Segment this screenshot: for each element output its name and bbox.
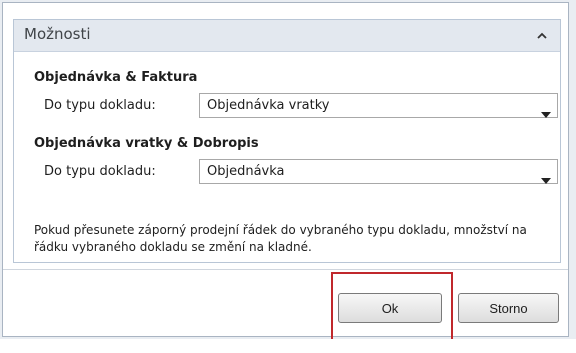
options-panel: Možnosti Objednávka & Faktura Do typu do… [13,19,561,263]
info-text: Pokud přesunete záporný prodejní řádek d… [34,223,527,254]
select-value: Objednávka [207,164,285,179]
options-dialog: Možnosti Objednávka & Faktura Do typu do… [2,2,569,342]
select-value: Objednávka vratky [207,98,330,113]
options-panel-header[interactable]: Možnosti [14,20,560,52]
document-type-select-return-credit[interactable]: Objednávka [199,159,558,184]
chevron-up-icon[interactable] [534,28,550,44]
document-type-select-order-invoice[interactable]: Objednávka vratky [199,93,558,118]
group-title-order-invoice: Objednávka & Faktura [34,70,198,85]
background-strip [0,339,576,353]
chevron-down-icon [541,169,551,184]
footer-divider [3,269,568,270]
document-type-label: Do typu dokladu: [44,98,156,113]
chevron-down-icon [541,103,551,118]
document-type-label: Do typu dokladu: [44,164,156,179]
group-title-return-credit: Objednávka vratky & Dobropis [34,136,259,151]
ok-button-highlight [331,272,453,342]
panel-title: Možnosti [24,25,91,43]
cancel-button[interactable]: Storno [458,293,559,323]
